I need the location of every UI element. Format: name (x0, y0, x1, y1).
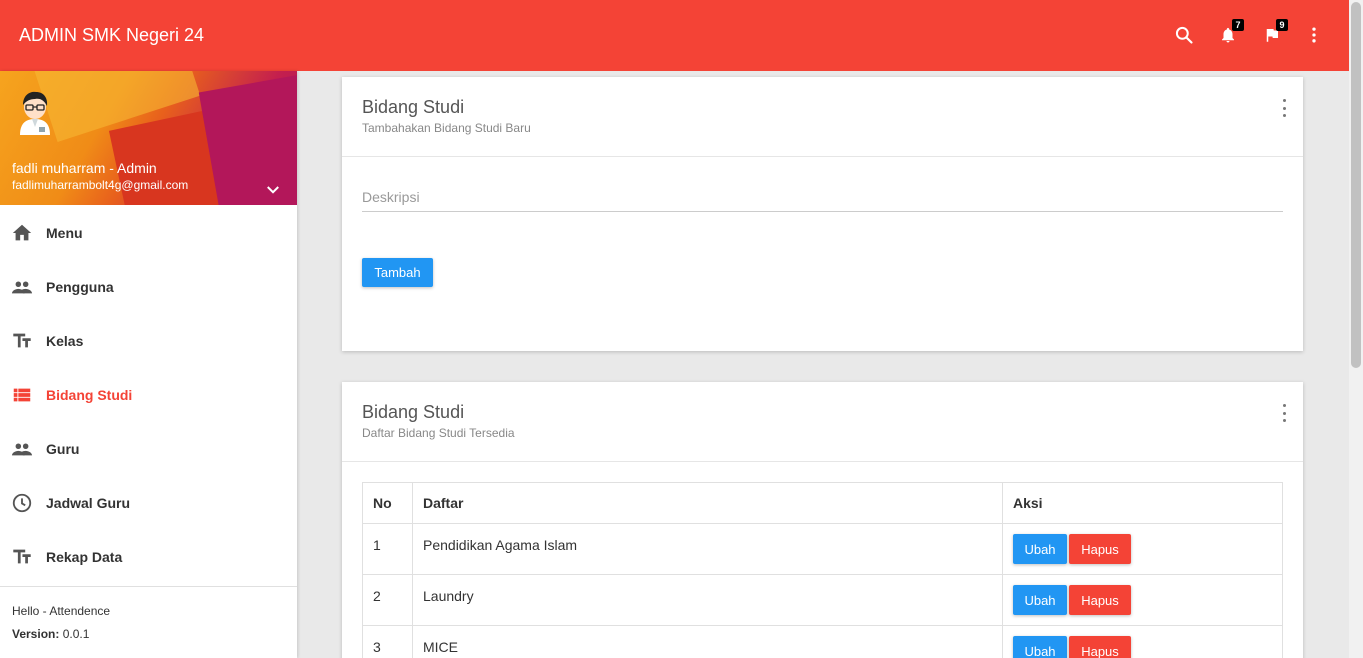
sidebar-item-label: Jadwal Guru (46, 495, 131, 511)
user-email: fadlimuharrambolt4g@gmail.com (12, 178, 189, 192)
edit-button[interactable]: Ubah (1013, 636, 1067, 658)
card-subtitle: Daftar Bidang Studi Tersedia (362, 426, 515, 440)
column-header-daftar: Daftar (412, 482, 1003, 524)
version-label: Version: (12, 627, 60, 641)
description-field (362, 189, 1283, 212)
avatar (14, 89, 56, 135)
subjects-table: No Daftar Aksi 1 Pendidikan Agama Islam … (362, 482, 1283, 658)
top-app-bar: ADMIN SMK Negeri 24 7 9 (0, 0, 1349, 71)
sidebar: fadli muharram - Admin fadlimuharrambolt… (0, 71, 297, 658)
edit-button[interactable]: Ubah (1013, 585, 1067, 615)
search-icon[interactable] (1173, 24, 1195, 46)
cell-no: 2 (362, 574, 413, 626)
people-icon (11, 276, 33, 298)
card-header: Bidang Studi Daftar Bidang Studi Tersedi… (342, 382, 1303, 462)
edit-button[interactable]: Ubah (1013, 534, 1067, 564)
sidebar-item-rekap-data[interactable]: Rekap Data (0, 531, 297, 585)
description-input[interactable] (362, 189, 1283, 205)
cell-actions: Ubah Hapus (1002, 625, 1283, 658)
add-button[interactable]: Tambah (362, 258, 433, 287)
people-icon (11, 438, 33, 460)
column-header-no: No (362, 482, 413, 524)
table-header-row: No Daftar Aksi (362, 482, 1283, 524)
user-info-panel: fadli muharram - Admin fadlimuharrambolt… (0, 71, 297, 205)
cell-name: Pendidikan Agama Islam (412, 523, 1003, 575)
sidebar-item-label: Menu (46, 225, 83, 241)
text-fields-icon (11, 330, 33, 352)
sidebar-item-guru[interactable]: Guru (0, 423, 297, 477)
notifications-badge: 7 (1232, 19, 1244, 31)
card-subtitle: Tambahakan Bidang Studi Baru (362, 121, 531, 135)
version-value: 0.0.1 (59, 627, 90, 641)
chevron-down-icon[interactable] (264, 181, 282, 199)
sidebar-footer: Hello - Attendence Version: 0.0.1 (0, 586, 297, 658)
sidebar-item-kelas[interactable]: Kelas (0, 315, 297, 369)
view-list-icon (11, 384, 33, 406)
user-name: fadli muharram - Admin (12, 160, 157, 176)
cell-name: MICE (412, 625, 1003, 658)
add-subject-card: Bidang Studi Tambahakan Bidang Studi Bar… (342, 77, 1303, 351)
sidebar-item-label: Kelas (46, 333, 84, 349)
sidebar-item-jadwal-guru[interactable]: Jadwal Guru (0, 477, 297, 531)
card-title: Bidang Studi (362, 402, 465, 422)
cell-no: 3 (362, 625, 413, 658)
sidebar-item-label: Rekap Data (46, 549, 123, 565)
text-fields-icon (11, 546, 33, 568)
notifications-button[interactable]: 7 (1217, 19, 1244, 46)
flags-button[interactable]: 9 (1261, 19, 1288, 46)
more-vert-icon[interactable] (1279, 404, 1289, 422)
more-vert-icon[interactable] (1303, 24, 1325, 46)
table-row: 1 Pendidikan Agama Islam Ubah Hapus (362, 523, 1283, 575)
sidebar-item-label: Guru (46, 441, 80, 457)
clock-icon (11, 492, 33, 514)
sidebar-item-label: Pengguna (46, 279, 114, 295)
table-row: 3 MICE Ubah Hapus (362, 625, 1283, 658)
flags-badge: 9 (1276, 19, 1288, 31)
sidebar-item-pengguna[interactable]: Pengguna (0, 261, 297, 315)
card-header: Bidang Studi Tambahakan Bidang Studi Bar… (342, 77, 1303, 157)
column-header-aksi: Aksi (1002, 482, 1283, 524)
table-row: 2 Laundry Ubah Hapus (362, 574, 1283, 626)
version-text: Version: 0.0.1 (12, 627, 89, 641)
cell-actions: Ubah Hapus (1002, 523, 1283, 575)
subject-list-card: Bidang Studi Daftar Bidang Studi Tersedi… (342, 382, 1303, 658)
sidebar-item-menu[interactable]: Menu (0, 207, 297, 261)
delete-button[interactable]: Hapus (1069, 636, 1131, 658)
home-icon (11, 222, 33, 244)
delete-button[interactable]: Hapus (1069, 534, 1131, 564)
card-title: Bidang Studi (362, 97, 465, 117)
delete-button[interactable]: Hapus (1069, 585, 1131, 615)
more-vert-icon[interactable] (1279, 99, 1289, 117)
cell-actions: Ubah Hapus (1002, 574, 1283, 626)
cell-no: 1 (362, 523, 413, 575)
cell-name: Laundry (412, 574, 1003, 626)
app-name-text: Hello - Attendence (12, 604, 111, 618)
app-title[interactable]: ADMIN SMK Negeri 24 (19, 25, 204, 46)
sidebar-item-label: Bidang Studi (46, 387, 133, 403)
scrollbar-thumb[interactable] (1351, 2, 1361, 368)
sidebar-item-bidang-studi[interactable]: Bidang Studi (0, 369, 297, 423)
